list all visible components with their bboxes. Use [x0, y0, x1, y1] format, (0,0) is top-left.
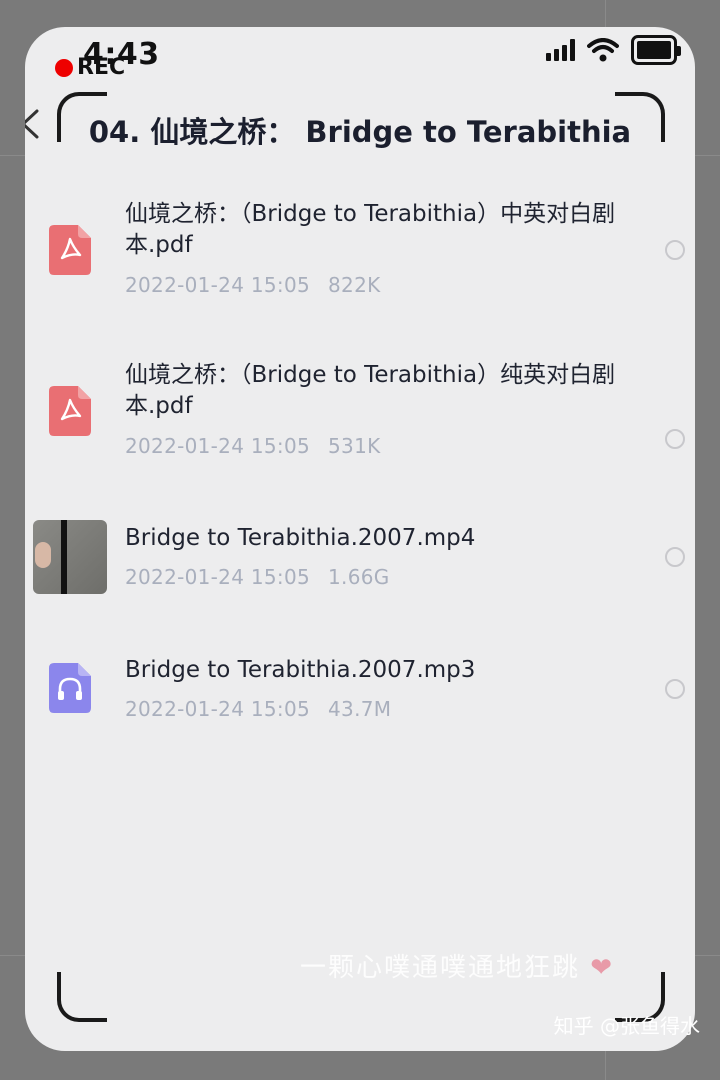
record-dot-icon: [55, 58, 73, 77]
file-list-item[interactable]: 仙境之桥：（Bridge to Terabithia）纯英对白剧本.pdf 20…: [25, 358, 695, 468]
heart-icon: ❤: [580, 953, 615, 983]
file-name: Bridge to Terabithia.2007.mp3: [125, 657, 476, 683]
status-time: 4:43: [83, 37, 160, 72]
page-title: 04. 仙境之桥： Bridge to Terabithia: [88, 115, 632, 149]
select-radio[interactable]: [665, 429, 685, 449]
cellular-signal-icon: [546, 39, 575, 61]
file-date: 2022-01-24 15:05: [125, 434, 311, 458]
watermark-text: 一颗心噗通噗通地狂跳: [300, 953, 581, 983]
file-size: 1.66G: [328, 565, 390, 589]
file-size: 531K: [328, 434, 381, 458]
phone-screen-card: REC 4:43 04. 仙境之桥： Bridge to Terabithia …: [25, 27, 695, 1051]
pdf-icon: [49, 386, 91, 436]
file-date: 2022-01-24 15:05: [125, 697, 311, 721]
zhihu-credit: 知乎 @张鱼得水: [553, 1014, 700, 1038]
file-size: 822K: [328, 273, 381, 297]
file-size: 43.7M: [328, 697, 392, 721]
file-date: 2022-01-24 15:05: [125, 565, 311, 589]
video-thumbnail: [33, 520, 107, 594]
file-meta: 2022-01-24 15:05 43.7M: [125, 697, 391, 721]
status-icons: [546, 35, 681, 65]
file-meta: 2022-01-24 15:05 822K: [125, 273, 381, 297]
file-date: 2022-01-24 15:05: [125, 273, 311, 297]
battery-icon: [631, 35, 681, 65]
file-list-item[interactable]: Bridge to Terabithia.2007.mp3 2022-01-24…: [25, 649, 695, 739]
audio-icon: [49, 663, 91, 713]
wifi-icon: [587, 38, 619, 62]
file-meta: 2022-01-24 15:05 1.66G: [125, 565, 390, 589]
file-list-item[interactable]: Bridge to Terabithia.2007.mp4 2022-01-24…: [25, 517, 695, 607]
handwritten-watermark: 一颗心噗通噗通地狂跳 ❤: [300, 947, 614, 984]
frame-corner-bottom-left: [57, 972, 107, 1022]
file-meta: 2022-01-24 15:05 531K: [125, 434, 381, 458]
file-name: Bridge to Terabithia.2007.mp4: [125, 525, 476, 551]
select-radio[interactable]: [665, 240, 685, 260]
select-radio[interactable]: [665, 679, 685, 699]
file-name: 仙境之桥：（Bridge to Terabithia）纯英对白剧本.pdf: [125, 362, 616, 419]
pdf-icon: [49, 225, 91, 275]
select-radio[interactable]: [665, 547, 685, 567]
file-name: 仙境之桥：（Bridge to Terabithia）中英对白剧本.pdf: [125, 201, 616, 258]
file-list-item[interactable]: 仙境之桥：（Bridge to Terabithia）中英对白剧本.pdf 20…: [25, 197, 695, 307]
